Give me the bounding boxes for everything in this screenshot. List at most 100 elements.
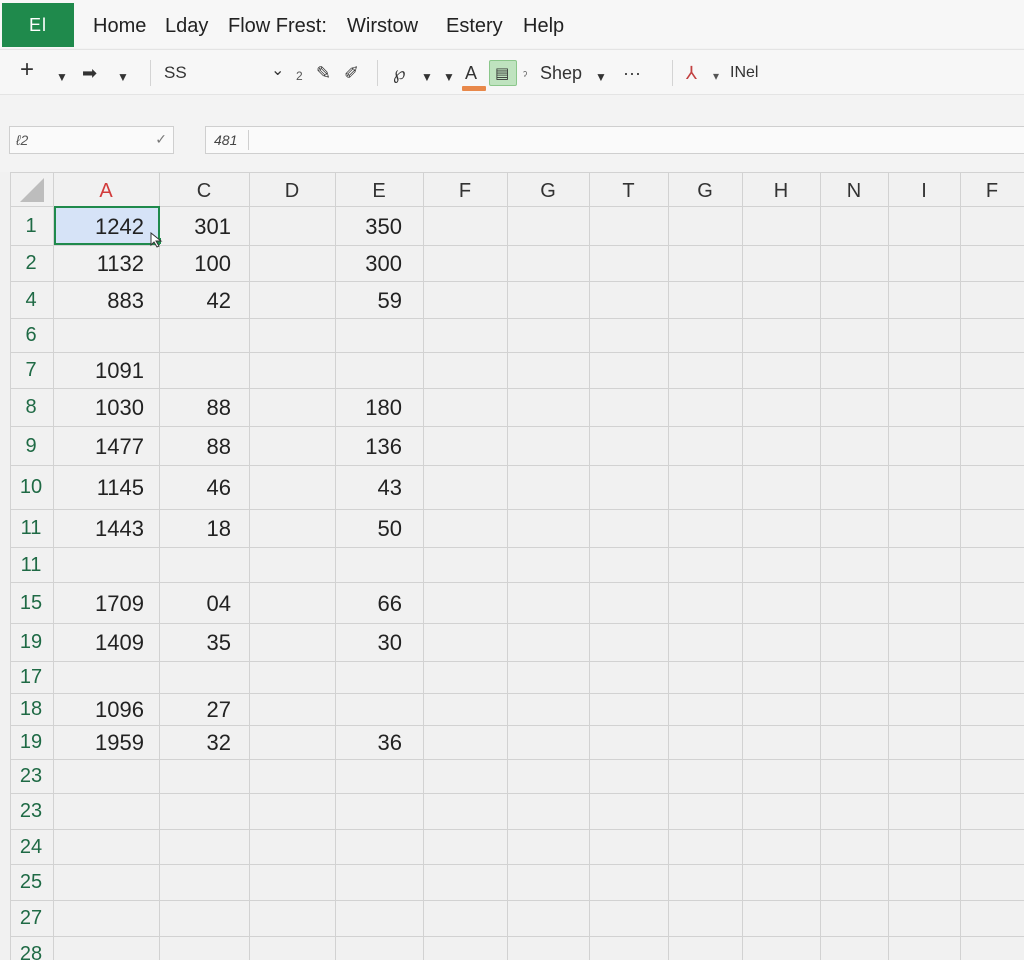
- name-box[interactable]: ℓ2 ✓: [9, 126, 174, 154]
- cell-c[interactable]: 42: [207, 288, 231, 314]
- row-header[interactable]: 18: [10, 698, 52, 721]
- row-header[interactable]: 24: [10, 836, 52, 859]
- row-header[interactable]: 27: [10, 907, 52, 930]
- triangle-down-icon[interactable]: ▼: [117, 66, 129, 88]
- cell-a[interactable]: 1132: [97, 251, 144, 277]
- dropdown-arrow-icon[interactable]: ▾: [713, 65, 719, 87]
- add-button[interactable]: +: [20, 58, 34, 82]
- row-header[interactable]: 17: [10, 666, 52, 689]
- cell-e[interactable]: 30: [378, 630, 402, 656]
- cell-a[interactable]: 1409: [95, 630, 144, 656]
- chart-icon[interactable]: ⅄: [686, 62, 697, 84]
- column-header[interactable]: G: [507, 180, 589, 203]
- shape-button[interactable]: Shep: [540, 62, 582, 84]
- cell-c[interactable]: 46: [207, 475, 231, 501]
- row-header[interactable]: 9: [10, 435, 52, 458]
- column-header[interactable]: C: [159, 180, 249, 203]
- column-header[interactable]: G: [668, 180, 742, 203]
- clipboard-icon[interactable]: ▤: [495, 63, 509, 85]
- cell-e[interactable]: 50: [378, 516, 402, 542]
- menu-home[interactable]: Home: [93, 15, 146, 38]
- row-header[interactable]: 11: [10, 554, 52, 577]
- font-name-field[interactable]: SS: [164, 62, 187, 84]
- triangle-down-icon[interactable]: ▼: [421, 66, 433, 88]
- row-header[interactable]: 6: [10, 324, 52, 347]
- cell-a[interactable]: 1959: [95, 730, 144, 756]
- pen-icon[interactable]: ✎: [316, 62, 331, 84]
- row-header[interactable]: 8: [10, 396, 52, 419]
- cell-a[interactable]: 1443: [95, 516, 144, 542]
- row-header[interactable]: 2: [10, 252, 52, 275]
- menu-wirstow[interactable]: Wirstow: [347, 15, 418, 38]
- row-header[interactable]: 11: [10, 517, 52, 540]
- cell-c[interactable]: 88: [207, 395, 231, 421]
- cell-a[interactable]: 1709: [95, 591, 144, 617]
- row-header[interactable]: 19: [10, 731, 52, 754]
- triangle-down-icon[interactable]: ▼: [443, 66, 455, 88]
- row-header[interactable]: 19: [10, 631, 52, 654]
- column-header[interactable]: I: [888, 180, 960, 203]
- cell-c[interactable]: 35: [207, 630, 231, 656]
- more-button[interactable]: ···: [623, 62, 641, 84]
- row-header[interactable]: 4: [10, 289, 52, 312]
- chevron-down-icon[interactable]: ⌄: [271, 60, 284, 82]
- arrow-right-icon[interactable]: ➡: [82, 62, 97, 84]
- cell-c[interactable]: 100: [194, 251, 231, 277]
- row-header[interactable]: 25: [10, 871, 52, 894]
- grid-vline: [589, 172, 590, 960]
- app-logo[interactable]: El: [2, 3, 74, 47]
- cell-e[interactable]: 66: [378, 591, 402, 617]
- menu-estery[interactable]: Estery: [446, 15, 503, 38]
- column-header[interactable]: A: [53, 180, 159, 203]
- cell-e[interactable]: 136: [365, 434, 402, 460]
- row-header[interactable]: 28: [10, 943, 52, 960]
- row-header[interactable]: 10: [10, 476, 52, 499]
- cell-c[interactable]: 301: [194, 214, 231, 240]
- row-header[interactable]: 23: [10, 800, 52, 823]
- row-header[interactable]: 23: [10, 765, 52, 788]
- toolbar: + ▼ ➡ ▼ SS ⌄ 2 ✎ ✐ ℘ ▼ ▼ A ▤ ˀ Shep ▼ ··…: [0, 49, 1024, 95]
- cell-c[interactable]: 18: [207, 516, 231, 542]
- cell-e[interactable]: 36: [378, 730, 402, 756]
- cell-c[interactable]: 04: [207, 591, 231, 617]
- cell-c[interactable]: 32: [207, 730, 231, 756]
- column-header[interactable]: T: [589, 180, 668, 203]
- cell-c[interactable]: 88: [207, 434, 231, 460]
- select-all-corner[interactable]: [20, 178, 44, 202]
- grid-vline: [335, 172, 336, 960]
- cell-a[interactable]: 1091: [95, 358, 144, 384]
- checkmark-icon[interactable]: ✓: [155, 131, 167, 148]
- cell-e[interactable]: 43: [378, 475, 402, 501]
- column-header[interactable]: H: [742, 180, 820, 203]
- row-header[interactable]: 7: [10, 359, 52, 382]
- spreadsheet-grid[interactable]: ACDEFGTGHNIF 1 1242 301 350 2 1132 100 300 4 883 4…: [0, 172, 1024, 960]
- menu-help[interactable]: Help: [523, 15, 564, 38]
- insert-button[interactable]: INel: [730, 62, 758, 84]
- formula-input[interactable]: 481: [205, 126, 1024, 154]
- cell-a[interactable]: 1096: [95, 697, 144, 723]
- triangle-down-icon[interactable]: ▼: [595, 66, 607, 88]
- column-header[interactable]: F: [423, 180, 507, 203]
- cell-e[interactable]: 180: [365, 395, 402, 421]
- triangle-down-icon[interactable]: ▼: [56, 66, 68, 88]
- column-header[interactable]: N: [820, 180, 888, 203]
- row-header[interactable]: 15: [10, 592, 52, 615]
- row-header[interactable]: 1: [10, 215, 52, 238]
- cell-a[interactable]: 1145: [97, 475, 144, 501]
- cell-c[interactable]: 27: [207, 697, 231, 723]
- cell-e[interactable]: 300: [365, 251, 402, 277]
- brush-icon[interactable]: ✐: [344, 62, 359, 84]
- column-header[interactable]: F: [960, 180, 1024, 203]
- column-header[interactable]: D: [249, 180, 335, 203]
- format-painter-icon[interactable]: ℘: [393, 62, 406, 84]
- cell-a[interactable]: 883: [107, 288, 144, 314]
- cell-a[interactable]: 1030: [95, 395, 144, 421]
- cell-e[interactable]: 59: [378, 288, 402, 314]
- font-color-button[interactable]: A: [465, 62, 477, 84]
- menu-flow-frest[interactable]: Flow Frest:: [228, 15, 327, 38]
- cell-e[interactable]: 350: [365, 214, 402, 240]
- column-header[interactable]: E: [335, 180, 423, 203]
- cell-a[interactable]: 1477: [95, 434, 144, 460]
- menu-lday[interactable]: Lday: [165, 15, 208, 38]
- cell-a[interactable]: 1242: [95, 214, 144, 240]
